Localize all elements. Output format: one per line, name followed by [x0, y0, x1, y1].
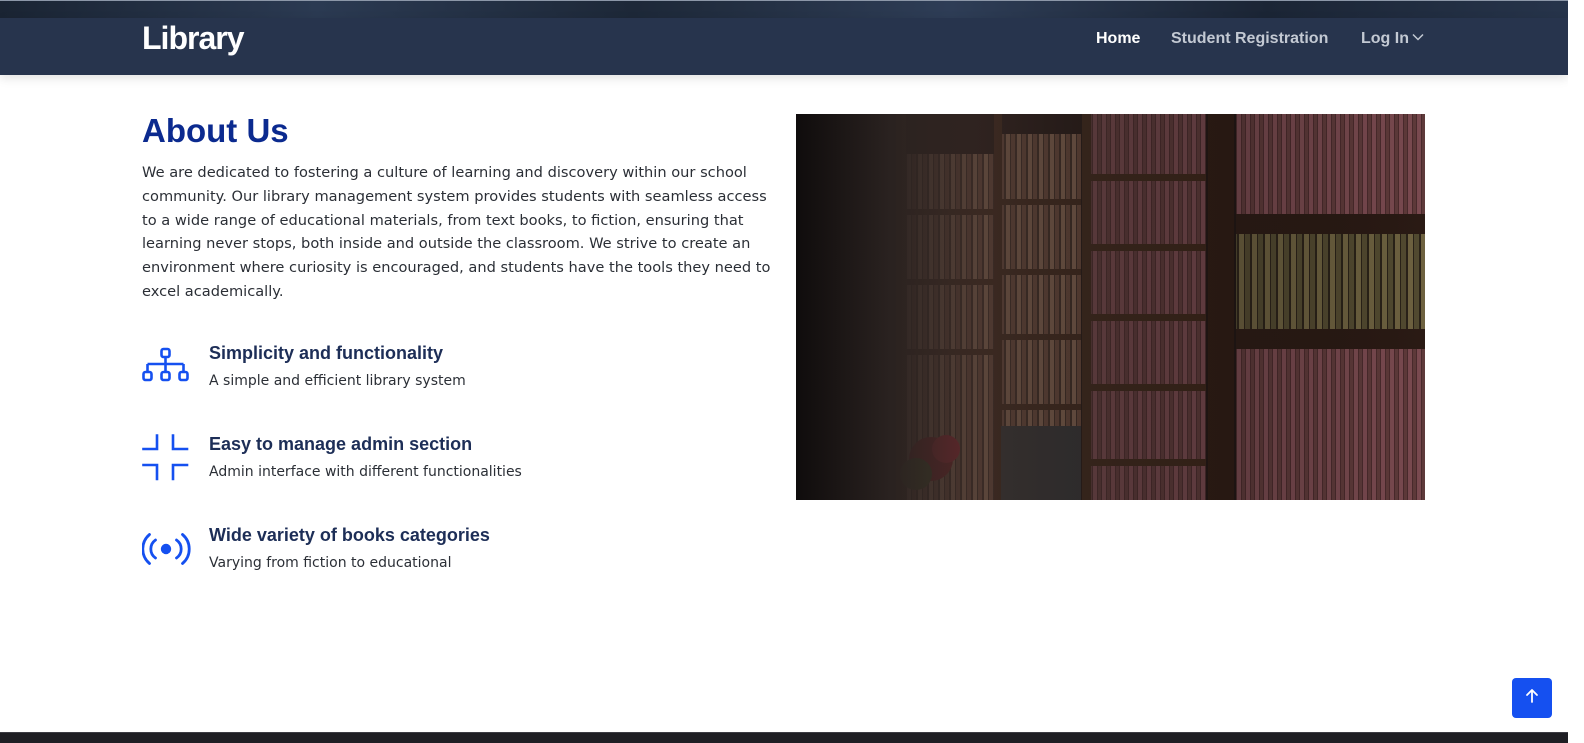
diagram-3-icon: [142, 343, 192, 393]
feature-title: Easy to manage admin section: [209, 434, 473, 454]
feature-description: Varying from fiction to educational: [209, 555, 452, 571]
brand-logo[interactable]: Library: [142, 20, 244, 57]
nav-link-home[interactable]: Home: [1096, 30, 1140, 48]
arrow-up-icon: [1524, 688, 1540, 708]
bottom-background-strip: [0, 732, 1568, 743]
fullscreen-exit-icon: [142, 434, 192, 484]
library-bookshelves-image: [796, 114, 1425, 500]
feature-title: Simplicity and functionality: [209, 343, 444, 363]
broadcast-icon: [141, 525, 192, 575]
about-text: We are dedicated to fostering a culture …: [142, 164, 771, 300]
about-title: About Us: [142, 112, 289, 149]
nav-link-student-registration[interactable]: Student Registration: [1171, 30, 1328, 48]
scrollbar-track: [1568, 0, 1584, 743]
navbar: Library Home Student Registration Log In: [0, 18, 1568, 75]
back-to-top-button[interactable]: [1512, 678, 1552, 718]
chevron-down-icon: [1412, 28, 1424, 46]
feature-title: Wide variety of books categories: [209, 525, 490, 545]
nav-link-login-label: Log In: [1361, 30, 1409, 47]
feature-item-categories: Wide variety of books categories Varying…: [141, 525, 702, 585]
nav-link-login[interactable]: Log In: [1361, 30, 1424, 48]
feature-description: Admin interface with different functiona…: [209, 464, 522, 480]
feature-item-admin: Easy to manage admin section Admin inter…: [142, 434, 702, 494]
feature-description: A simple and efficient library system: [209, 373, 466, 389]
feature-item-simplicity: Simplicity and functionality A simple an…: [142, 343, 702, 403]
top-background-strip: [0, 0, 1584, 18]
